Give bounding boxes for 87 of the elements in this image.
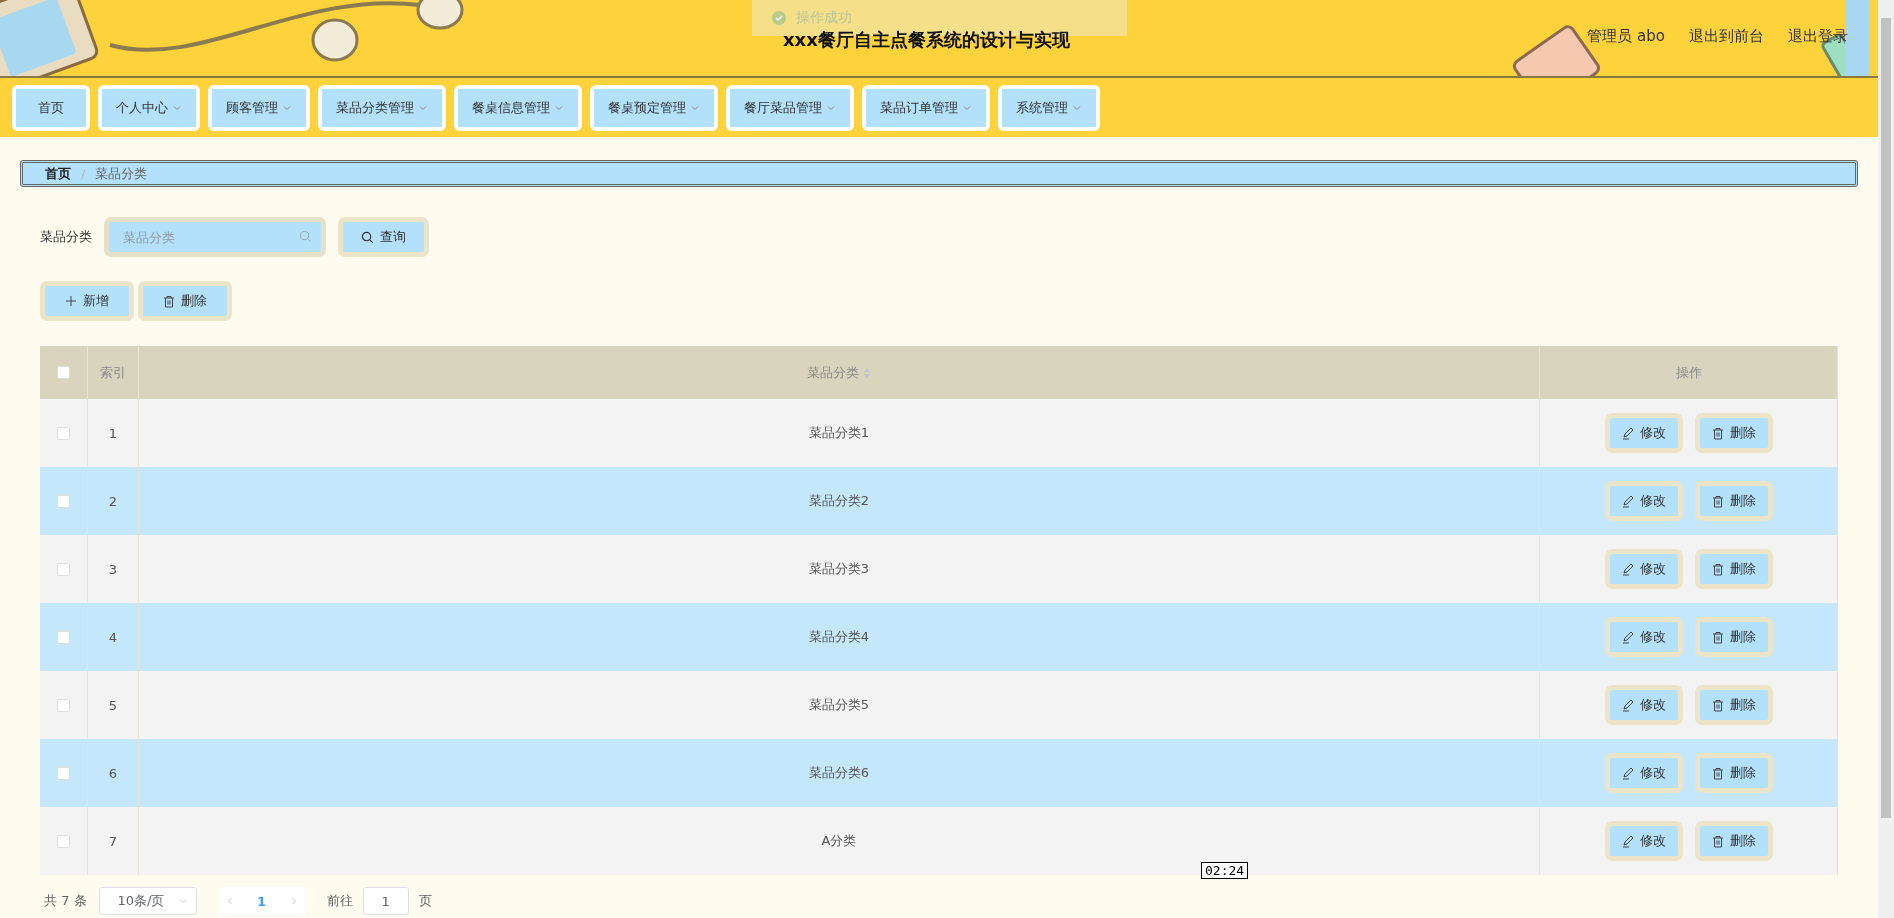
scrollbar[interactable]	[1878, 0, 1894, 918]
edit-button[interactable]: 修改	[1604, 753, 1683, 793]
category-cell: 菜品分类3	[808, 560, 870, 578]
page-suffix: 页	[418, 892, 432, 910]
edit-button[interactable]: 修改	[1604, 821, 1683, 861]
pencil-icon	[1621, 698, 1634, 712]
category-cell: 菜品分类5	[808, 696, 870, 714]
edit-button[interactable]: 修改	[1604, 481, 1683, 521]
index-cell: 7	[108, 833, 118, 849]
goto-page-field[interactable]: 1	[362, 887, 409, 915]
column-header: 操作	[1675, 363, 1702, 382]
trash-icon	[1711, 834, 1724, 848]
search-icon	[361, 230, 374, 244]
nav-menu-button[interactable]: 餐桌信息管理	[458, 88, 578, 127]
index-cell: 1	[108, 425, 118, 441]
toast-message: 操作成功	[796, 9, 852, 27]
row-checkbox[interactable]	[57, 698, 70, 712]
nav-menu-button[interactable]: 首页	[16, 88, 86, 127]
breadcrumb-link[interactable]: 菜品分类	[95, 164, 148, 183]
page-size-select[interactable]: 10条/页	[98, 887, 197, 915]
delete-button[interactable]: 删除	[1694, 685, 1773, 725]
category-cell: 菜品分类1	[808, 424, 870, 442]
edit-button[interactable]: 修改	[1604, 549, 1683, 589]
nav-menu-button[interactable]: 餐桌预定管理	[594, 88, 714, 127]
breadcrumb-link[interactable]: 首页	[45, 164, 71, 183]
check-circle-icon	[772, 11, 786, 25]
total-count: 共 7 条	[44, 892, 87, 910]
column-header: 索引	[100, 363, 126, 382]
search-icon	[299, 230, 312, 243]
index-cell: 2	[108, 493, 118, 509]
trash-icon	[1711, 494, 1724, 508]
trash-icon	[1711, 562, 1724, 576]
row-checkbox[interactable]	[57, 426, 70, 440]
chevron-down-icon	[177, 896, 188, 906]
row-checkbox[interactable]	[57, 562, 70, 576]
select-all-checkbox[interactable]	[57, 366, 70, 379]
app-title: xxx餐厅自主点餐系统的设计与实现	[783, 28, 1070, 52]
edit-button[interactable]: 修改	[1604, 617, 1683, 657]
index-cell: 5	[108, 697, 118, 713]
index-cell: 6	[108, 765, 118, 781]
nav-menu-button[interactable]: 顾客管理	[212, 88, 306, 127]
user-name-link[interactable]: 管理员 abo	[1587, 26, 1665, 46]
edit-button[interactable]: 修改	[1604, 413, 1683, 453]
index-cell: 3	[108, 561, 118, 577]
nav-menu-button[interactable]: 个人中心	[102, 88, 196, 127]
header-link[interactable]: 退出到前台	[1689, 26, 1764, 46]
delete-button[interactable]: 删除	[1694, 549, 1773, 589]
edit-button[interactable]: 修改	[1604, 685, 1683, 725]
pencil-icon	[1621, 562, 1634, 576]
category-cell: 菜品分类2	[808, 492, 870, 510]
sort-icon[interactable]	[863, 366, 871, 379]
delete-button[interactable]: 删除	[1694, 617, 1773, 657]
goto-label: 前往	[326, 892, 353, 910]
timestamp-tooltip: 02:24	[1201, 862, 1249, 879]
nav-menu-button[interactable]: 菜品分类管理	[322, 88, 442, 127]
delete-button[interactable]: 删除	[138, 281, 232, 321]
pencil-icon	[1621, 766, 1634, 780]
delete-button[interactable]: 删除	[1694, 481, 1773, 521]
category-cell: A分类	[821, 832, 857, 850]
pencil-icon	[1621, 494, 1634, 508]
add-button[interactable]: 新增	[40, 281, 134, 321]
breadcrumb-separator: /	[81, 166, 86, 181]
search-label: 菜品分类	[40, 228, 92, 246]
row-checkbox[interactable]	[57, 766, 70, 780]
plus-icon	[65, 295, 77, 307]
row-checkbox[interactable]	[57, 834, 70, 848]
search-field[interactable]: 菜品分类	[104, 217, 326, 257]
search-button[interactable]: 查询	[338, 217, 429, 257]
category-cell: 菜品分类6	[808, 764, 870, 782]
nav-menu-button[interactable]: 餐厅菜品管理	[730, 88, 850, 127]
delete-button[interactable]: 删除	[1694, 753, 1773, 793]
nav-menu-button[interactable]: 系统管理	[1002, 88, 1096, 127]
index-cell: 4	[108, 629, 118, 645]
pencil-icon	[1621, 426, 1634, 440]
pencil-icon	[1621, 630, 1634, 644]
trash-icon	[1711, 426, 1724, 440]
nav-menu-button[interactable]: 菜品订单管理	[866, 88, 986, 127]
trash-icon	[1711, 630, 1724, 644]
row-checkbox[interactable]	[57, 630, 70, 644]
delete-button[interactable]: 删除	[1694, 413, 1773, 453]
trash-icon	[1711, 766, 1724, 780]
pencil-icon	[1621, 834, 1634, 848]
trash-icon	[163, 294, 175, 308]
category-cell: 菜品分类4	[808, 628, 870, 646]
delete-button[interactable]: 删除	[1694, 821, 1773, 861]
trash-icon	[1711, 698, 1724, 712]
row-checkbox[interactable]	[57, 494, 70, 508]
